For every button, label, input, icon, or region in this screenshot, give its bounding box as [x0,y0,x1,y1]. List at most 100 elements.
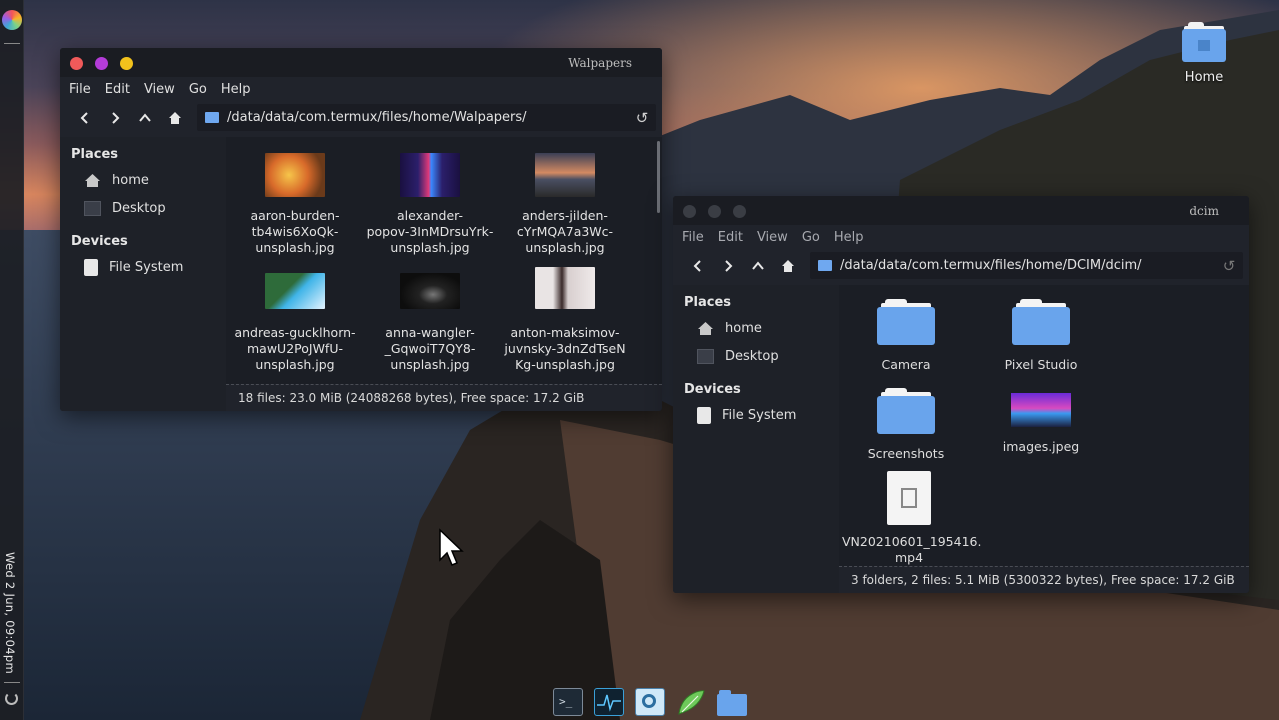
file-grid[interactable]: Camera Pixel Studio Screenshots images.j… [839,285,1249,593]
reload-icon[interactable]: ↺ [1215,257,1243,275]
file-item[interactable]: alexander-popov-3InMDrsuYrk-unsplash.jpg [363,153,497,256]
app-launcher-icon[interactable] [2,10,22,30]
file-item[interactable]: anders-jilden-cYrMQA7a3Wc-unsplash.jpg [498,153,632,256]
desktop-icon-label: Home [1184,70,1224,85]
up-button[interactable] [130,105,160,131]
menu-file[interactable]: File [682,230,718,245]
home-button[interactable] [773,253,803,279]
forward-button[interactable] [713,253,743,279]
sidebar-heading-devices: Devices [71,234,128,249]
file-name: Camera [881,357,931,372]
menu-view[interactable]: View [757,230,802,245]
folder-icon [818,260,832,271]
menu-help[interactable]: Help [834,230,878,245]
close-button[interactable] [70,57,83,70]
file-item[interactable]: anton-maksimov-juvnsky-3dnZdTseN Kg-unspl… [498,267,632,373]
sidebar-item-file-system[interactable]: File System [673,401,839,429]
file-name: alexander-popov-3InMDrsuYrk-unsplash.jpg [366,208,494,255]
image-thumbnail [1011,393,1071,427]
image-viewer-icon[interactable] [635,688,665,716]
location-path[interactable]: /data/data/com.termux/files/home/Walpape… [227,110,628,125]
window-title: Walpapers [568,56,632,70]
file-grid[interactable]: aaron-burden-tb4wis6XoQk-unsplash.jpg al… [226,137,662,411]
home-button[interactable] [160,105,190,131]
home-icon [84,173,101,188]
sidebar-item-desktop[interactable]: Desktop [673,342,839,370]
minimize-button[interactable] [95,57,108,70]
file-name: VN20210601_195416. mp4 [842,534,982,565]
sidebar-item-file-system[interactable]: File System [60,253,226,281]
image-thumbnail [400,153,460,197]
sidebar-item-home[interactable]: home [673,314,839,342]
minimize-button[interactable] [708,205,721,218]
text-editor-icon[interactable] [676,688,706,716]
chevron-right-icon [112,111,120,124]
up-button[interactable] [743,253,773,279]
file-name: anders-jilden-cYrMQA7a3Wc-unsplash.jpg [516,208,614,255]
menubar: File Edit View Go Help [673,225,1249,249]
desktop-icon-home[interactable]: Home [1172,22,1236,85]
terminal-icon[interactable]: >_ [553,688,583,716]
image-thumbnail [265,153,325,197]
back-button[interactable] [70,105,100,131]
sidebar-item-desktop[interactable]: Desktop [60,194,226,222]
maximize-button[interactable] [733,205,746,218]
image-thumbnail [535,267,595,309]
file-name: Pixel Studio [1004,357,1078,372]
power-icon[interactable] [5,692,18,705]
dock: >_ [553,688,747,720]
sidebar: Places home Desktop Devices File System [60,137,226,411]
maximize-button[interactable] [120,57,133,70]
file-manager-icon[interactable] [717,688,747,716]
reload-icon[interactable]: ↺ [628,109,656,127]
menu-go[interactable]: Go [189,82,221,97]
file-item[interactable]: anna-wangler- _GqwoiT7QY8- unsplash.jpg [363,273,497,373]
folder-item[interactable]: Camera [839,299,973,373]
status-bar: 18 files: 23.0 MiB (24088268 bytes), Fre… [226,384,662,411]
menu-view[interactable]: View [144,82,189,97]
menu-edit[interactable]: Edit [718,230,757,245]
close-button[interactable] [683,205,696,218]
window-title: dcim [1189,204,1219,218]
location-bar[interactable]: /data/data/com.termux/files/home/Walpape… [197,104,656,131]
file-name: anna-wangler- _GqwoiT7QY8- unsplash.jpg [384,325,476,372]
menu-help[interactable]: Help [221,82,265,97]
sidebar-heading-places: Places [71,147,119,162]
file-item[interactable]: VN20210601_195416. mp4 [842,471,982,566]
sidebar-item-home[interactable]: home [60,166,226,194]
location-bar[interactable]: /data/data/com.termux/files/home/DCIM/dc… [810,252,1243,279]
file-name: andreas-gucklhorn-mawU2PoJWfU-unsplash.j… [234,325,356,372]
sidebar-heading-places: Places [684,295,732,310]
image-thumbnail [400,273,460,309]
image-thumbnail [265,273,325,309]
file-name: images.jpeg [1002,439,1080,454]
menu-edit[interactable]: Edit [105,82,144,97]
desktop-icon [84,200,101,216]
titlebar[interactable]: dcim [673,196,1249,225]
sidebar-item-label: Desktop [112,200,166,216]
file-name: aaron-burden-tb4wis6XoQk-unsplash.jpg [250,208,340,255]
file-item[interactable]: andreas-gucklhorn-mawU2PoJWfU-unsplash.j… [228,273,362,373]
home-icon [697,321,714,336]
chevron-right-icon [725,259,733,272]
back-button[interactable] [683,253,713,279]
folder-item[interactable]: Screenshots [839,388,973,462]
home-icon [169,111,181,124]
menubar: File Edit View Go Help [60,77,662,101]
menu-file[interactable]: File [69,82,105,97]
system-monitor-icon[interactable] [594,688,624,716]
sidebar-item-label: File System [722,407,797,423]
folder-item[interactable]: Pixel Studio [974,299,1108,373]
folder-icon [877,388,935,434]
location-path[interactable]: /data/data/com.termux/files/home/DCIM/dc… [840,258,1215,273]
toolbar: /data/data/com.termux/files/home/DCIM/dc… [673,249,1249,282]
file-item[interactable]: images.jpeg [974,388,1108,455]
sidebar-item-label: Desktop [725,348,779,364]
panel-clock[interactable]: Wed 2 Jun, 09:04pm [3,552,17,674]
scrollbar[interactable] [657,141,660,213]
menu-go[interactable]: Go [802,230,834,245]
file-item[interactable]: aaron-burden-tb4wis6XoQk-unsplash.jpg [228,153,362,256]
file-manager-window-walpapers: Walpapers File Edit View Go Help /data/d… [60,48,662,411]
forward-button[interactable] [100,105,130,131]
titlebar[interactable]: Walpapers [60,48,662,77]
